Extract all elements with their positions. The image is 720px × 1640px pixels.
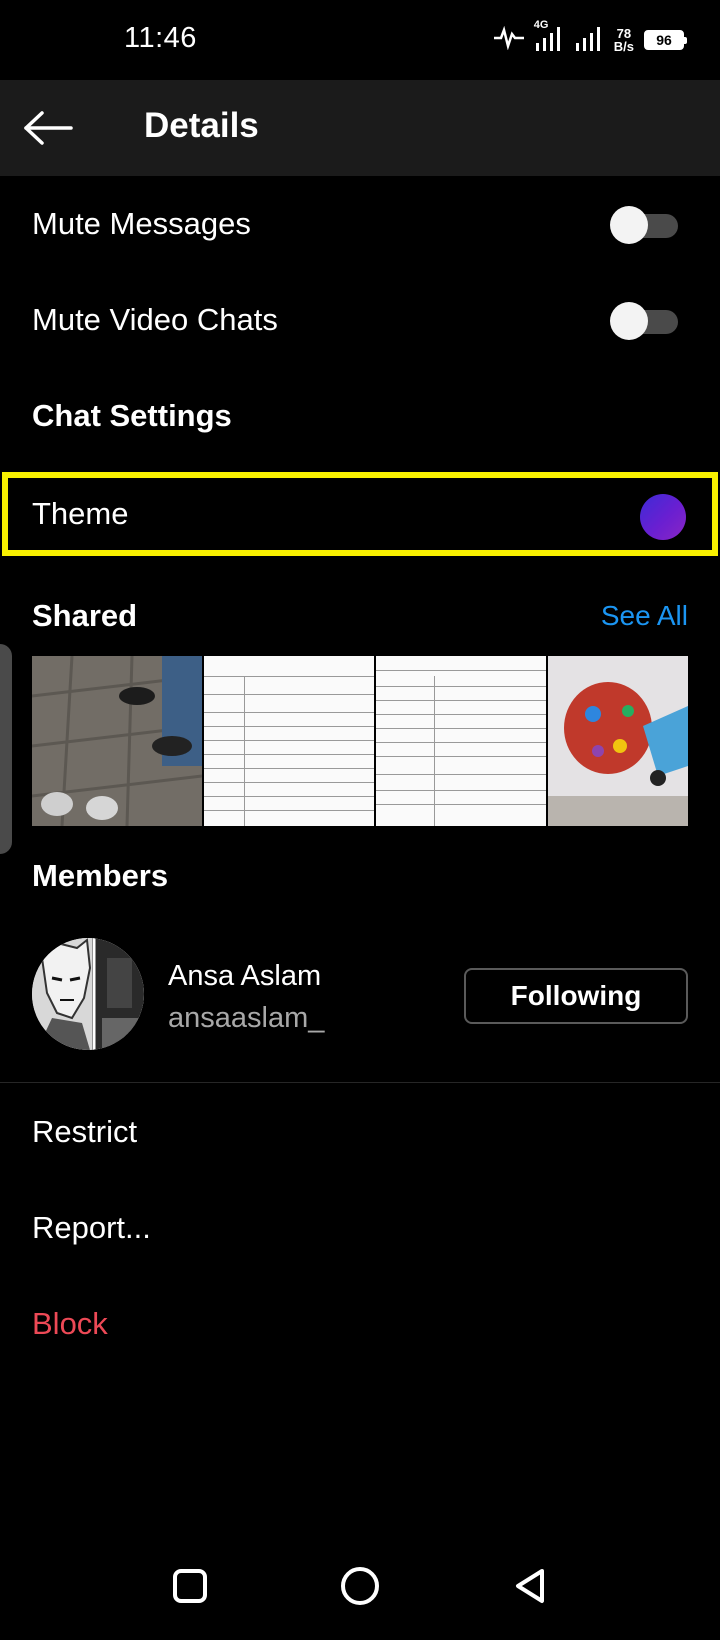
shared-title: Shared [32, 598, 138, 633]
activity-icon [493, 25, 524, 55]
report-row[interactable]: Report... [0, 1180, 720, 1276]
speed-unit: B/s [613, 39, 634, 54]
status-icons: 4G 78 B/s 96 [493, 19, 687, 58]
toggle-knob [610, 206, 648, 244]
header: Details [0, 80, 720, 176]
theme-label: Theme [32, 496, 129, 531]
members-section-header: Members [0, 828, 720, 924]
signal-icon [574, 23, 604, 58]
restrict-label: Restrict [32, 1114, 138, 1149]
member-username: ansaaslam_ [168, 1002, 325, 1034]
status-bar: 11:46 4G 78 B/s 96 [0, 0, 720, 80]
shared-media-strip[interactable] [32, 656, 688, 826]
avatar-image [32, 938, 144, 1050]
network-speed: 78 B/s [614, 27, 634, 53]
chat-settings-title: Chat Settings [32, 398, 232, 433]
shared-photo-thumbnail[interactable] [548, 656, 688, 826]
shared-photo-thumbnail[interactable] [32, 656, 202, 826]
square-icon [173, 1569, 207, 1603]
back-button[interactable] [20, 100, 76, 156]
page-title: Details [144, 106, 259, 145]
battery-level: 96 [656, 32, 672, 48]
member-row[interactable]: Ansa Aslam ansaaslam_ Following [0, 930, 720, 1060]
triangle-back-icon [516, 1569, 544, 1603]
mute-messages-row[interactable]: Mute Messages [0, 176, 720, 272]
member-name: Ansa Aslam [168, 960, 322, 992]
theme-row[interactable]: Theme [2, 472, 718, 556]
feet-photo-image [32, 656, 202, 826]
mute-messages-label: Mute Messages [32, 206, 251, 241]
theme-color-swatch [640, 494, 686, 540]
following-button[interactable]: Following [464, 968, 688, 1024]
mute-messages-toggle[interactable] [610, 206, 680, 244]
nav-back-button[interactable] [502, 1558, 558, 1614]
recents-button[interactable] [162, 1558, 218, 1614]
chat-settings-section: Chat Settings [0, 368, 720, 464]
shared-document-thumbnail[interactable] [204, 656, 374, 826]
shared-section-header: Shared See All [0, 568, 720, 664]
mute-video-chats-label: Mute Video Chats [32, 302, 278, 337]
block-row[interactable]: Block [0, 1276, 720, 1372]
battery-icon: 96 [644, 30, 687, 50]
shared-document-thumbnail[interactable] [376, 656, 546, 826]
mute-video-chats-toggle[interactable] [610, 302, 680, 340]
mute-video-chats-row[interactable]: Mute Video Chats [0, 272, 720, 368]
system-nav-bar [0, 1530, 720, 1640]
report-label: Report... [32, 1210, 151, 1245]
arrow-left-icon [24, 111, 73, 145]
toggle-knob [610, 302, 648, 340]
circle-icon [341, 1567, 379, 1605]
status-time: 11:46 [124, 22, 197, 54]
side-drawer-handle[interactable] [0, 644, 12, 854]
network-type: 4G [533, 18, 549, 31]
restrict-row[interactable]: Restrict [0, 1084, 720, 1180]
see-all-link[interactable]: See All [601, 600, 688, 632]
divider [0, 1082, 720, 1083]
block-label: Block [32, 1306, 108, 1341]
bottle-photo-image [548, 656, 688, 826]
avatar[interactable] [32, 938, 144, 1050]
home-button[interactable] [332, 1558, 388, 1614]
members-title: Members [32, 858, 169, 893]
signal-4g-icon: 4G [534, 19, 564, 58]
